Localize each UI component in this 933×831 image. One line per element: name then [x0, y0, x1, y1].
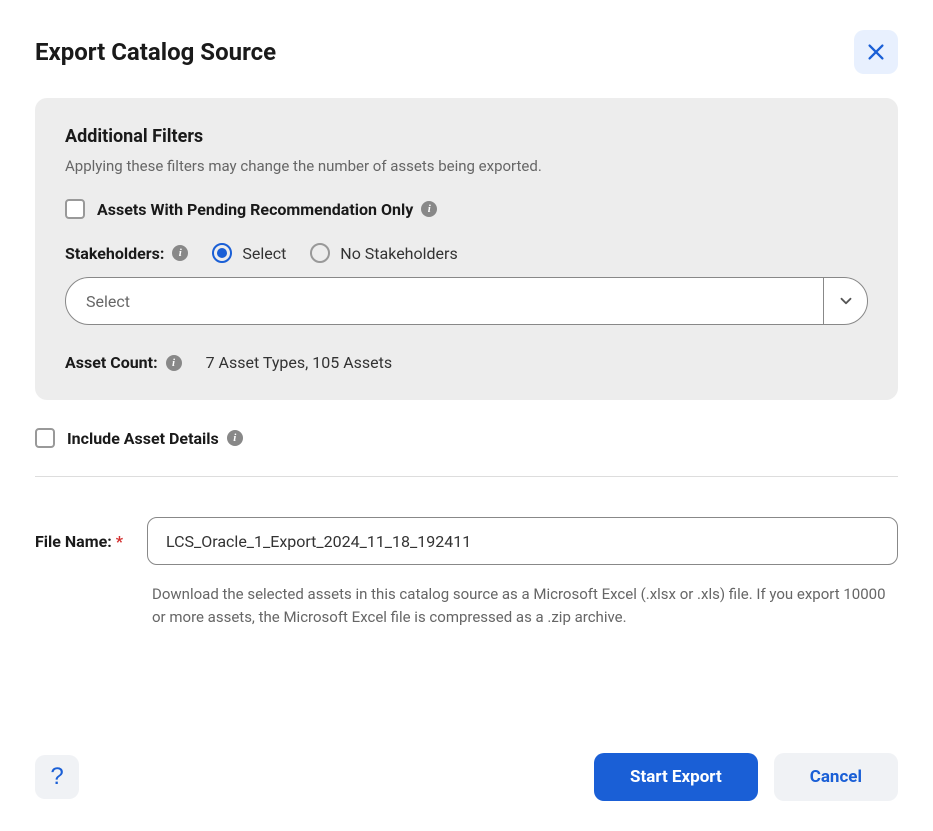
- include-details-row: Include Asset Details i: [35, 428, 898, 477]
- pending-recommendation-row: Assets With Pending Recommendation Only …: [65, 199, 868, 219]
- stakeholders-select-value[interactable]: Select: [66, 278, 823, 324]
- info-icon[interactable]: i: [172, 245, 188, 261]
- pending-recommendation-label: Assets With Pending Recommendation Only …: [97, 200, 437, 219]
- pending-recommendation-checkbox[interactable]: [65, 199, 85, 219]
- close-icon: [865, 41, 887, 63]
- radio-select[interactable]: [212, 243, 232, 263]
- filters-title: Additional Filters: [65, 126, 868, 147]
- info-icon[interactable]: i: [421, 201, 437, 217]
- info-icon[interactable]: i: [227, 430, 243, 446]
- include-details-label: Include Asset Details i: [67, 429, 243, 448]
- asset-count-label: Asset Count: i: [65, 353, 182, 372]
- stakeholders-label: Stakeholders: i: [65, 244, 188, 263]
- stakeholders-select-arrow[interactable]: [823, 278, 867, 324]
- info-icon[interactable]: i: [166, 355, 182, 371]
- filters-subtitle: Applying these filters may change the nu…: [65, 157, 868, 175]
- filename-label: File Name: *: [35, 532, 123, 551]
- radio-select-label: Select: [242, 244, 286, 263]
- start-export-button[interactable]: Start Export: [594, 753, 758, 801]
- help-button[interactable]: ?: [35, 755, 79, 799]
- radio-no-stakeholders-label: No Stakeholders: [340, 244, 457, 263]
- asset-count-value: 7 Asset Types, 105 Assets: [206, 353, 393, 372]
- dialog-footer: ? Start Export Cancel: [35, 733, 898, 801]
- dialog-header: Export Catalog Source: [35, 30, 898, 74]
- stakeholders-row: Stakeholders: i Select No Stakeholders: [65, 243, 868, 263]
- radio-no-stakeholders[interactable]: [310, 243, 330, 263]
- asset-count-row: Asset Count: i 7 Asset Types, 105 Assets: [65, 353, 868, 372]
- dialog-title: Export Catalog Source: [35, 38, 276, 66]
- radio-select-option[interactable]: Select: [212, 243, 286, 263]
- required-indicator: *: [116, 532, 123, 551]
- include-details-checkbox[interactable]: [35, 428, 55, 448]
- export-dialog: Export Catalog Source Additional Filters…: [0, 0, 933, 831]
- radio-no-stakeholders-option[interactable]: No Stakeholders: [310, 243, 457, 263]
- footer-actions: Start Export Cancel: [594, 753, 898, 801]
- filename-input[interactable]: [147, 517, 898, 565]
- filename-row: File Name: *: [35, 517, 898, 565]
- cancel-button[interactable]: Cancel: [774, 753, 898, 801]
- chevron-down-icon: [837, 292, 855, 310]
- filename-help: Download the selected assets in this cat…: [152, 583, 898, 628]
- stakeholders-select[interactable]: Select: [65, 277, 868, 325]
- close-button[interactable]: [854, 30, 898, 74]
- filters-panel: Additional Filters Applying these filter…: [35, 98, 898, 400]
